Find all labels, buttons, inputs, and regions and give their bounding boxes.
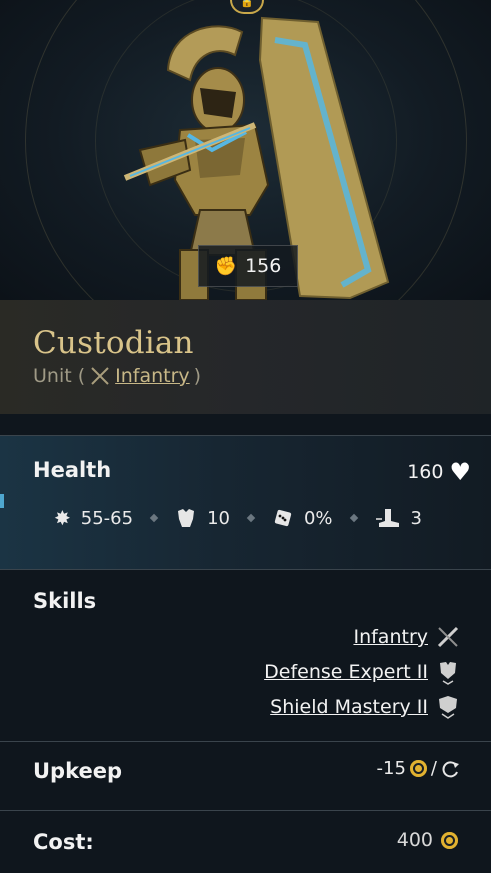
turn-icon bbox=[442, 760, 459, 777]
defense-expert-icon bbox=[440, 662, 456, 685]
chance-value: 0% bbox=[303, 507, 333, 529]
skill-name[interactable]: Infantry bbox=[353, 626, 428, 648]
health-value: 160 ♥ bbox=[407, 458, 471, 486]
gold-coin-icon bbox=[441, 831, 458, 849]
divider bbox=[0, 810, 491, 811]
combat-power-badge: ✊ 156 bbox=[198, 245, 298, 287]
health-panel bbox=[0, 436, 491, 569]
dice-icon bbox=[274, 509, 292, 527]
crossed-swords-icon bbox=[91, 367, 109, 385]
chance-stat: 0% bbox=[272, 507, 333, 529]
movement-stat: 3 bbox=[375, 507, 422, 529]
skill-defense-expert[interactable]: Defense Expert II bbox=[264, 659, 461, 685]
stat-separator bbox=[149, 513, 159, 523]
stat-separator bbox=[246, 513, 256, 523]
movement-icon bbox=[375, 509, 399, 527]
skill-name[interactable]: Defense Expert II bbox=[264, 661, 428, 683]
armor-value: 10 bbox=[207, 507, 230, 529]
damage-stat: ✸ 55-65 bbox=[54, 506, 133, 530]
skill-infantry[interactable]: Infantry bbox=[353, 624, 461, 650]
combat-power-value: 156 bbox=[245, 255, 282, 277]
unit-type-link[interactable]: Infantry bbox=[115, 365, 190, 387]
divider bbox=[0, 741, 491, 742]
skills-label: Skills bbox=[33, 589, 97, 613]
fist-icon: ✊ bbox=[214, 255, 238, 277]
skills-list: Infantry Defense Expert II Shield Master… bbox=[264, 624, 461, 720]
stats-row: ✸ 55-65 10 0% 3 bbox=[54, 506, 422, 530]
unit-portrait: 🔒 ✊ 156 bbox=[0, 0, 491, 300]
skill-name[interactable]: Shield Mastery II bbox=[270, 696, 428, 718]
damage-value: 55-65 bbox=[80, 507, 134, 529]
health-label: Health bbox=[33, 458, 112, 482]
upkeep-value: -15 / bbox=[377, 758, 461, 779]
movement-value: 3 bbox=[410, 507, 422, 529]
unit-type: Unit ( Infantry ) bbox=[33, 365, 201, 387]
upkeep-number: -15 bbox=[376, 758, 406, 779]
armor-icon bbox=[178, 509, 195, 527]
armor-stat: 10 bbox=[175, 507, 230, 529]
skill-shield-mastery[interactable]: Shield Mastery II bbox=[270, 694, 461, 720]
cost-number: 400 bbox=[396, 829, 433, 851]
cost-value: 400 bbox=[397, 829, 458, 851]
health-number: 160 bbox=[407, 461, 444, 483]
cost-label: Cost: bbox=[33, 830, 94, 854]
gold-coin-icon bbox=[409, 760, 427, 777]
upkeep-per: / bbox=[430, 758, 437, 779]
heart-icon: ♥ bbox=[449, 458, 471, 486]
damage-icon: ✸ bbox=[54, 506, 71, 530]
unit-type-prefix: Unit ( bbox=[33, 365, 86, 387]
unit-type-suffix: ) bbox=[193, 365, 202, 387]
divider bbox=[0, 569, 491, 570]
unit-name: Custodian bbox=[33, 325, 194, 361]
infantry-skill-icon bbox=[437, 626, 459, 648]
stat-separator bbox=[349, 513, 358, 523]
shield-mastery-icon bbox=[439, 696, 457, 719]
selection-marker bbox=[0, 494, 4, 508]
upkeep-label: Upkeep bbox=[33, 759, 123, 783]
